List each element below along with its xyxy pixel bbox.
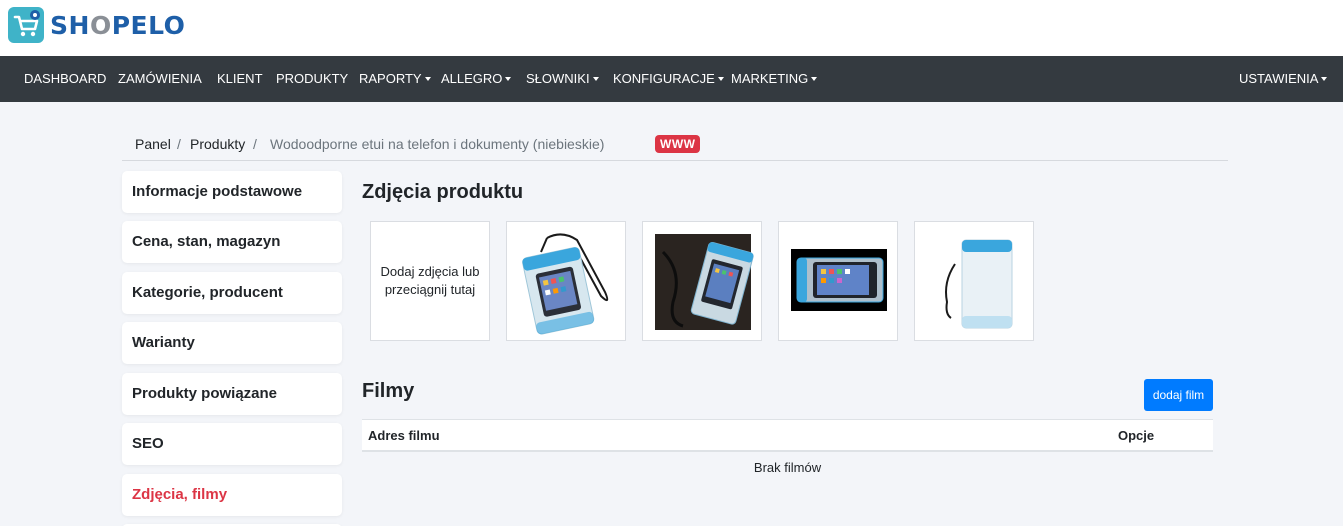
waterproof-case-image [522, 233, 609, 335]
films-section-title: Filmy [362, 380, 415, 402]
case-back-with-lanyard-image [945, 239, 1013, 329]
caret-down-icon [1321, 77, 1328, 81]
sidebar-item-zdjecia-filmy[interactable]: Zdjęcia, filmy [122, 474, 342, 516]
nav-item-allegro[interactable]: ALLEGRO [441, 56, 512, 102]
sidebar-item-cena-stan-magazyn[interactable]: Cena, stan, magazyn [122, 221, 342, 263]
breadcrumb-separator: / [177, 136, 181, 152]
photo-upload-dropzone[interactable]: Dodaj zdjęcia lub przeciągnij tutaj [370, 221, 490, 341]
table-header: Adres filmu Opcje [362, 419, 1213, 452]
product-photo-1[interactable] [506, 221, 626, 341]
nav-item-marketing[interactable]: MARKETING [731, 56, 818, 102]
nav-item-slowniki[interactable]: SŁOWNIKI [526, 56, 599, 102]
main-navbar: DASHBOARD ZAMÓWIENIA KLIENT PRODUKTY RAP… [0, 56, 1343, 102]
case-on-dark-background-image [655, 234, 754, 330]
caret-down-icon [592, 77, 599, 81]
shopelo-logo[interactable]: SHOPELO [8, 6, 185, 44]
breadcrumb: Panel / Produkty / Wodoodporne etui na t… [122, 124, 1228, 161]
sidebar-item-seo[interactable]: SEO [122, 423, 342, 465]
caret-down-icon [811, 77, 818, 81]
breadcrumb-separator: / [253, 136, 257, 152]
empty-state-text: Brak filmów [753, 460, 822, 475]
brand-name: SHOPELO [50, 10, 186, 40]
nav-item-konfiguracje[interactable]: KONFIGURACJE [613, 56, 724, 102]
product-photo-4[interactable] [914, 221, 1034, 341]
breadcrumb-panel[interactable]: Panel [135, 136, 171, 152]
caret-down-icon [505, 77, 512, 81]
nav-item-zamowienia[interactable]: ZAMÓWIENIA [118, 56, 202, 102]
upload-label: Dodaj zdjęcia lub przeciągnij tutaj [380, 264, 480, 297]
photos-section-title: Zdjęcia produktu [362, 181, 524, 203]
add-film-button[interactable]: dodaj film [1144, 379, 1213, 411]
nav-item-klient[interactable]: KLIENT [217, 56, 263, 102]
breadcrumb-current-product: Wodoodporne etui na telefon i dokumenty … [270, 136, 605, 152]
nav-item-produkty[interactable]: PRODUKTY [276, 56, 348, 102]
nav-item-ustawienia[interactable]: USTAWIENIA [1239, 56, 1328, 102]
cart-logo-icon [8, 7, 44, 43]
nav-item-raporty[interactable]: RAPORTY [359, 56, 431, 102]
www-badge[interactable]: WWW [655, 135, 701, 153]
column-header-adres-filmu: Adres filmu [368, 428, 440, 443]
case-front-black-background-image [791, 249, 887, 311]
product-photo-3[interactable] [778, 221, 898, 341]
product-photo-2[interactable] [642, 221, 762, 341]
nav-item-dashboard[interactable]: DASHBOARD [24, 56, 106, 102]
column-header-opcje: Opcje [1118, 428, 1155, 443]
caret-down-icon [424, 77, 431, 81]
films-table: Adres filmu Opcje Brak filmów [362, 419, 1213, 475]
top-bar: SHOPELO [0, 0, 1343, 56]
sidebar-item-kategorie-producent[interactable]: Kategorie, producent [122, 272, 342, 314]
sidebar-item-informacje-podstawowe[interactable]: Informacje podstawowe [122, 171, 342, 213]
sidebar-item-produkty-powiazane[interactable]: Produkty powiązane [122, 373, 342, 415]
breadcrumb-produkty[interactable]: Produkty [190, 136, 245, 152]
caret-down-icon [717, 77, 724, 81]
sidebar-item-warianty[interactable]: Warianty [122, 322, 342, 364]
